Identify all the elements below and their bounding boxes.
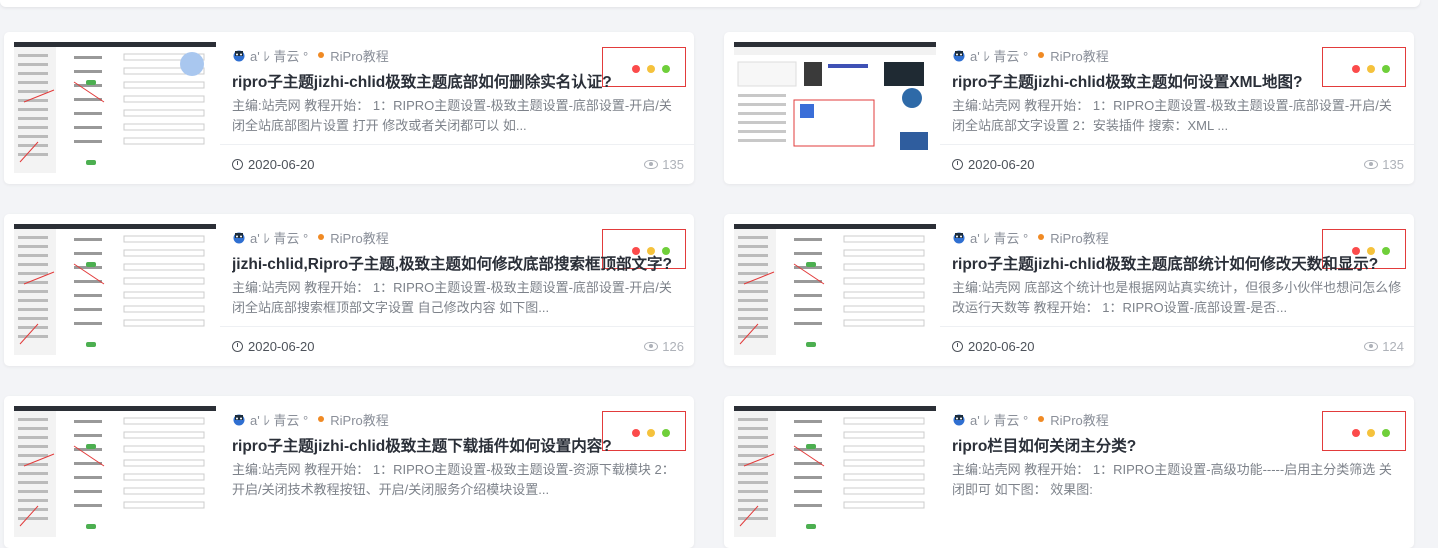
post-views-count: 124 (1382, 339, 1404, 354)
top-header-bar (0, 0, 1420, 7)
post-card[interactable]: a' ﾚ 青云 ° RiPro教程 ripro子主题jizhi-chlid极致主题下… (4, 396, 694, 548)
post-meta: a' ﾚ 青云 ° RiPro教程 (952, 410, 1109, 428)
post-thumbnail[interactable] (734, 42, 936, 173)
post-title[interactable]: ripro子主题jizhi-chlid极致主题如何设置XML地图? (952, 70, 1397, 92)
category-dot-icon (318, 234, 325, 240)
card-divider (220, 144, 694, 145)
eye-icon (1364, 342, 1379, 351)
post-excerpt: 主编:站壳网 教程开始： 1：RIPRO主题设置-极致主题设置-资源下载模块 2… (232, 462, 675, 497)
category-dot-icon (1038, 416, 1045, 422)
post-meta: a' ﾚ 青云 ° RiPro教程 (232, 46, 389, 64)
author-avatar-icon (232, 48, 246, 62)
post-date-text: 2020-06-20 (248, 339, 315, 354)
post-card[interactable]: a' ﾚ 青云 ° RiPro教程 ripro子主题jizhi-chlid极致主题底… (724, 214, 1414, 366)
post-excerpt: 主编:站壳网 教程开始： 1：RIPRO主题设置-高级功能-----启用主分类筛… (952, 462, 1392, 497)
author-name[interactable]: a' ﾚ 青云 ° (250, 228, 308, 247)
clock-icon (232, 159, 243, 170)
category-link[interactable]: RiPro教程 (330, 46, 389, 65)
author-name[interactable]: a' ﾚ 青云 ° (250, 410, 308, 429)
post-excerpt: 主编:站壳网 教程开始： 1：RIPRO主题设置-极致主题设置-底部设置-开启/… (232, 98, 672, 133)
clock-icon (952, 159, 963, 170)
post-thumbnail[interactable] (14, 42, 216, 173)
eye-icon (1364, 160, 1379, 169)
author-name[interactable]: a' ﾚ 青云 ° (250, 46, 308, 65)
card-divider (940, 326, 1414, 327)
post-views: 124 (1364, 339, 1404, 354)
post-date: 2020-06-20 (232, 157, 315, 172)
post-date: 2020-06-20 (232, 339, 315, 354)
post-meta: a' ﾚ 青云 ° RiPro教程 (952, 228, 1109, 246)
category-dot-icon (1038, 52, 1045, 58)
post-views-count: 135 (662, 157, 684, 172)
category-dot-icon (318, 416, 325, 422)
author-name[interactable]: a' ﾚ 青云 ° (970, 46, 1028, 65)
clock-icon (952, 341, 963, 352)
category-link[interactable]: RiPro教程 (1050, 228, 1109, 247)
post-date: 2020-06-20 (952, 157, 1035, 172)
author-avatar-icon (952, 48, 966, 62)
card-divider (940, 144, 1414, 145)
post-thumbnail[interactable] (734, 406, 936, 537)
post-title[interactable]: ripro子主题jizhi-chlid极致主题底部统计如何修改天数和显示? (952, 252, 1397, 274)
post-title[interactable]: ripro子主题jizhi-chlid极致主题下载插件如何设置内容? (232, 434, 677, 456)
author-avatar-icon (952, 230, 966, 244)
post-thumbnail[interactable] (734, 224, 936, 355)
post-card[interactable]: a' ﾚ 青云 ° RiPro教程 jizhi-chlid,Ripro子主题,极致主… (4, 214, 694, 366)
post-views: 135 (644, 157, 684, 172)
post-views-count: 126 (662, 339, 684, 354)
post-thumbnail[interactable] (14, 406, 216, 537)
eye-icon (644, 342, 659, 351)
category-link[interactable]: RiPro教程 (330, 410, 389, 429)
post-thumbnail[interactable] (14, 224, 216, 355)
post-meta: a' ﾚ 青云 ° RiPro教程 (232, 410, 389, 428)
category-link[interactable]: RiPro教程 (1050, 410, 1109, 429)
category-dot-icon (318, 52, 325, 58)
post-card[interactable]: a' ﾚ 青云 ° RiPro教程 ripro子主题jizhi-chlid极致主题如… (724, 32, 1414, 184)
author-avatar-icon (232, 230, 246, 244)
post-date-text: 2020-06-20 (968, 157, 1035, 172)
category-link[interactable]: RiPro教程 (330, 228, 389, 247)
post-views: 135 (1364, 157, 1404, 172)
post-date: 2020-06-20 (952, 339, 1035, 354)
post-date-text: 2020-06-20 (968, 339, 1035, 354)
post-excerpt: 主编:站壳网 教程开始： 1：RIPRO主题设置-极致主题设置-底部设置-开启/… (232, 280, 672, 315)
post-meta: a' ﾚ 青云 ° RiPro教程 (232, 228, 389, 246)
post-views: 126 (644, 339, 684, 354)
post-title[interactable]: ripro子主题jizhi-chlid极致主题底部如何删除实名认证? (232, 70, 677, 92)
clock-icon (232, 341, 243, 352)
author-name[interactable]: a' ﾚ 青云 ° (970, 410, 1028, 429)
author-avatar-icon (232, 412, 246, 426)
card-divider (220, 326, 694, 327)
post-date-text: 2020-06-20 (248, 157, 315, 172)
post-meta: a' ﾚ 青云 ° RiPro教程 (952, 46, 1109, 64)
author-name[interactable]: a' ﾚ 青云 ° (970, 228, 1028, 247)
post-excerpt: 主编:站壳网 教程开始： 1：RIPRO主题设置-极致主题设置-底部设置-开启/… (952, 98, 1392, 133)
eye-icon (644, 160, 659, 169)
post-card[interactable]: a' ﾚ 青云 ° RiPro教程 ripro栏目如何关闭主分类? 主编:站壳网 教程… (724, 396, 1414, 548)
post-excerpt: 主编:站壳网 底部这个统计也是根据网站真实统计，但很多小伙伴也想问怎么修改运行天… (952, 280, 1402, 315)
post-views-count: 135 (1382, 157, 1404, 172)
category-link[interactable]: RiPro教程 (1050, 46, 1109, 65)
author-avatar-icon (952, 412, 966, 426)
post-card[interactable]: a' ﾚ 青云 ° RiPro教程 ripro子主题jizhi-chlid极致主题底… (4, 32, 694, 184)
post-title[interactable]: jizhi-chlid,Ripro子主题,极致主题如何修改底部搜索框顶部文字? (232, 252, 677, 274)
category-dot-icon (1038, 234, 1045, 240)
post-title[interactable]: ripro栏目如何关闭主分类? (952, 434, 1397, 456)
